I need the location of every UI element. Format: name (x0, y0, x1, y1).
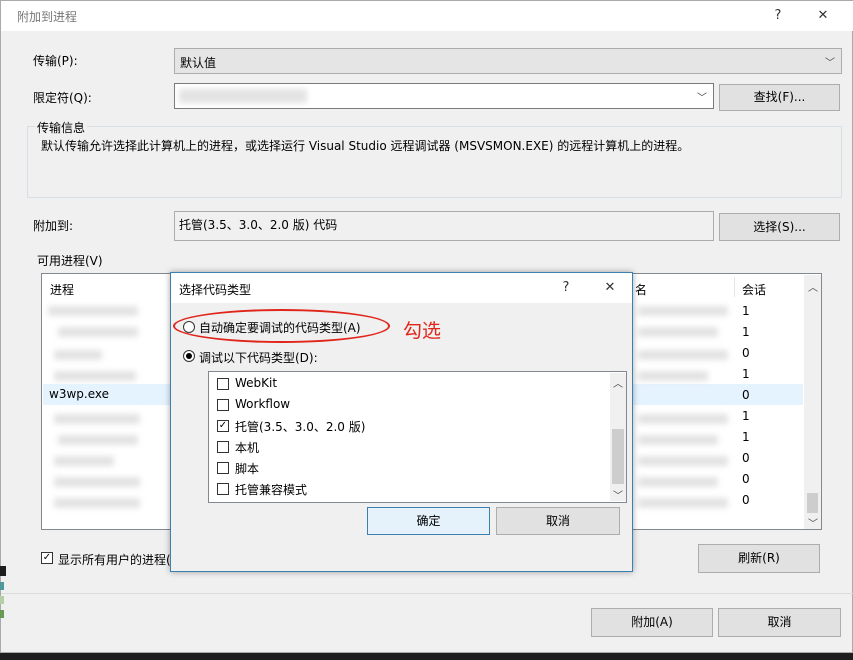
chevron-down-icon[interactable]: ﹀ (697, 89, 707, 104)
column-header-session[interactable]: 会话 (742, 281, 766, 298)
help-icon[interactable]: ? (764, 5, 792, 27)
transport-value: 默认值 (180, 56, 217, 70)
show-all-users-checkbox[interactable]: ✓ (41, 552, 53, 564)
code-type-checkbox[interactable] (217, 462, 229, 474)
window-title: 附加到进程 (17, 10, 78, 24)
refresh-button[interactable]: 刷新(R) (698, 544, 820, 573)
cancel-button[interactable]: 取消 (718, 608, 841, 637)
column-header-process[interactable]: 进程 (50, 281, 74, 298)
code-type-checkbox[interactable] (217, 483, 229, 495)
transport-label: 传输(P): (33, 54, 78, 68)
scroll-up-icon[interactable]: ︿ (808, 279, 818, 294)
code-type-checkbox[interactable] (217, 399, 229, 411)
redacted-process (48, 306, 138, 316)
column-header-name[interactable]: 名 (635, 281, 647, 298)
redacted-title (638, 477, 718, 487)
code-type-label: 本机 (235, 441, 260, 455)
redacted-title (638, 414, 728, 424)
code-type-list[interactable]: WebKit Workflow ✓ 托管(3.5、3.0、2.0 版) 本机 脚… (208, 371, 627, 503)
qualifier-label: 限定符(Q): (33, 91, 92, 105)
available-processes-title: 可用进程(V) (37, 254, 103, 268)
session-value: 1 (742, 325, 750, 339)
redacted-process (54, 371, 136, 381)
code-type-scrollbar[interactable]: ︿ ﹀ (610, 373, 626, 502)
redacted-title (638, 456, 728, 466)
annotation-ellipse (173, 309, 390, 343)
redacted-title (638, 327, 718, 337)
scroll-down-icon[interactable]: ﹀ (808, 515, 818, 529)
redacted-title (638, 371, 708, 381)
redacted-title (638, 350, 728, 360)
annotation-text: 勾选 (403, 320, 442, 342)
transport-info-title: 传输信息 (35, 119, 88, 136)
ok-button[interactable]: 确定 (367, 507, 490, 535)
redacted-process (54, 350, 102, 360)
help-icon[interactable]: ? (552, 277, 580, 299)
transport-dropdown[interactable]: 默认值 ﹀ (174, 48, 842, 74)
code-type-label: WebKit (235, 376, 278, 390)
scroll-down-icon[interactable]: ﹀ (613, 487, 623, 502)
attach-to-value: 托管(3.5、3.0、2.0 版) 代码 (179, 218, 338, 232)
title-bar: 附加到进程 ? ✕ (1, 1, 853, 31)
session-value: 0 (742, 472, 750, 486)
column-divider (734, 277, 735, 297)
session-value: 1 (742, 367, 750, 381)
transport-info-text: 默认传输允许选择此计算机上的进程，或选择运行 Visual Studio 远程调… (41, 139, 690, 153)
session-value: 1 (742, 304, 750, 318)
qualifier-input[interactable]: ﹀ (174, 83, 714, 109)
redacted-process (54, 456, 114, 466)
divider (1, 593, 853, 594)
session-value: 0 (742, 388, 750, 402)
code-type-checkbox[interactable]: ✓ (217, 420, 229, 432)
close-icon[interactable]: ✕ (809, 5, 837, 27)
close-icon[interactable]: ✕ (596, 277, 624, 299)
redacted-text (179, 89, 307, 103)
dialog-cancel-button[interactable]: 取消 (496, 507, 620, 535)
debug-types-label: 调试以下代码类型(D): (199, 351, 318, 365)
code-type-label: Workflow (235, 397, 291, 411)
process-name: w3wp.exe (49, 387, 109, 401)
session-value: 0 (742, 451, 750, 465)
session-value: 0 (742, 346, 750, 360)
find-button[interactable]: 查找(F)... (719, 84, 840, 111)
code-type-label: 托管(3.5、3.0、2.0 版) (235, 420, 366, 434)
redacted-title (638, 435, 718, 445)
dialog-title: 选择代码类型 (179, 283, 252, 297)
redacted-process (54, 414, 140, 424)
debug-types-radio[interactable] (183, 350, 195, 362)
code-type-label: 托管兼容模式 (235, 483, 308, 497)
attach-button[interactable]: 附加(A) (591, 608, 713, 637)
attach-to-label: 附加到: (33, 219, 74, 233)
select-code-type-dialog: 选择代码类型 ? ✕ 自动确定要调试的代码类型(A) 调试以下代码类型(D): … (170, 272, 633, 572)
redacted-title (638, 498, 728, 508)
redacted-process (58, 435, 138, 445)
redacted-process (54, 498, 140, 508)
code-type-checkbox[interactable] (217, 441, 229, 453)
session-value: 1 (742, 409, 750, 423)
redacted-title (638, 306, 728, 316)
attach-to-field: 托管(3.5、3.0、2.0 版) 代码 (174, 211, 714, 241)
select-button[interactable]: 选择(S)... (719, 213, 840, 241)
dialog-title-bar: 选择代码类型 ? ✕ (171, 273, 632, 303)
process-list-scrollbar[interactable]: ︿ ﹀ (804, 275, 821, 529)
redacted-process (54, 477, 140, 487)
session-value: 1 (742, 430, 750, 444)
radio-selected-dot (186, 353, 192, 359)
code-type-checkbox[interactable] (217, 378, 229, 390)
show-all-users-label: 显示所有用户的进程( (58, 553, 171, 567)
background-editor-strip (0, 566, 6, 626)
scroll-up-icon[interactable]: ︿ (613, 375, 623, 390)
redacted-process (58, 327, 138, 337)
chevron-down-icon: ﹀ (825, 58, 835, 69)
scroll-thumb[interactable] (807, 493, 818, 513)
scroll-thumb[interactable] (612, 429, 624, 484)
session-value: 0 (742, 493, 750, 507)
code-type-label: 脚本 (235, 462, 260, 476)
